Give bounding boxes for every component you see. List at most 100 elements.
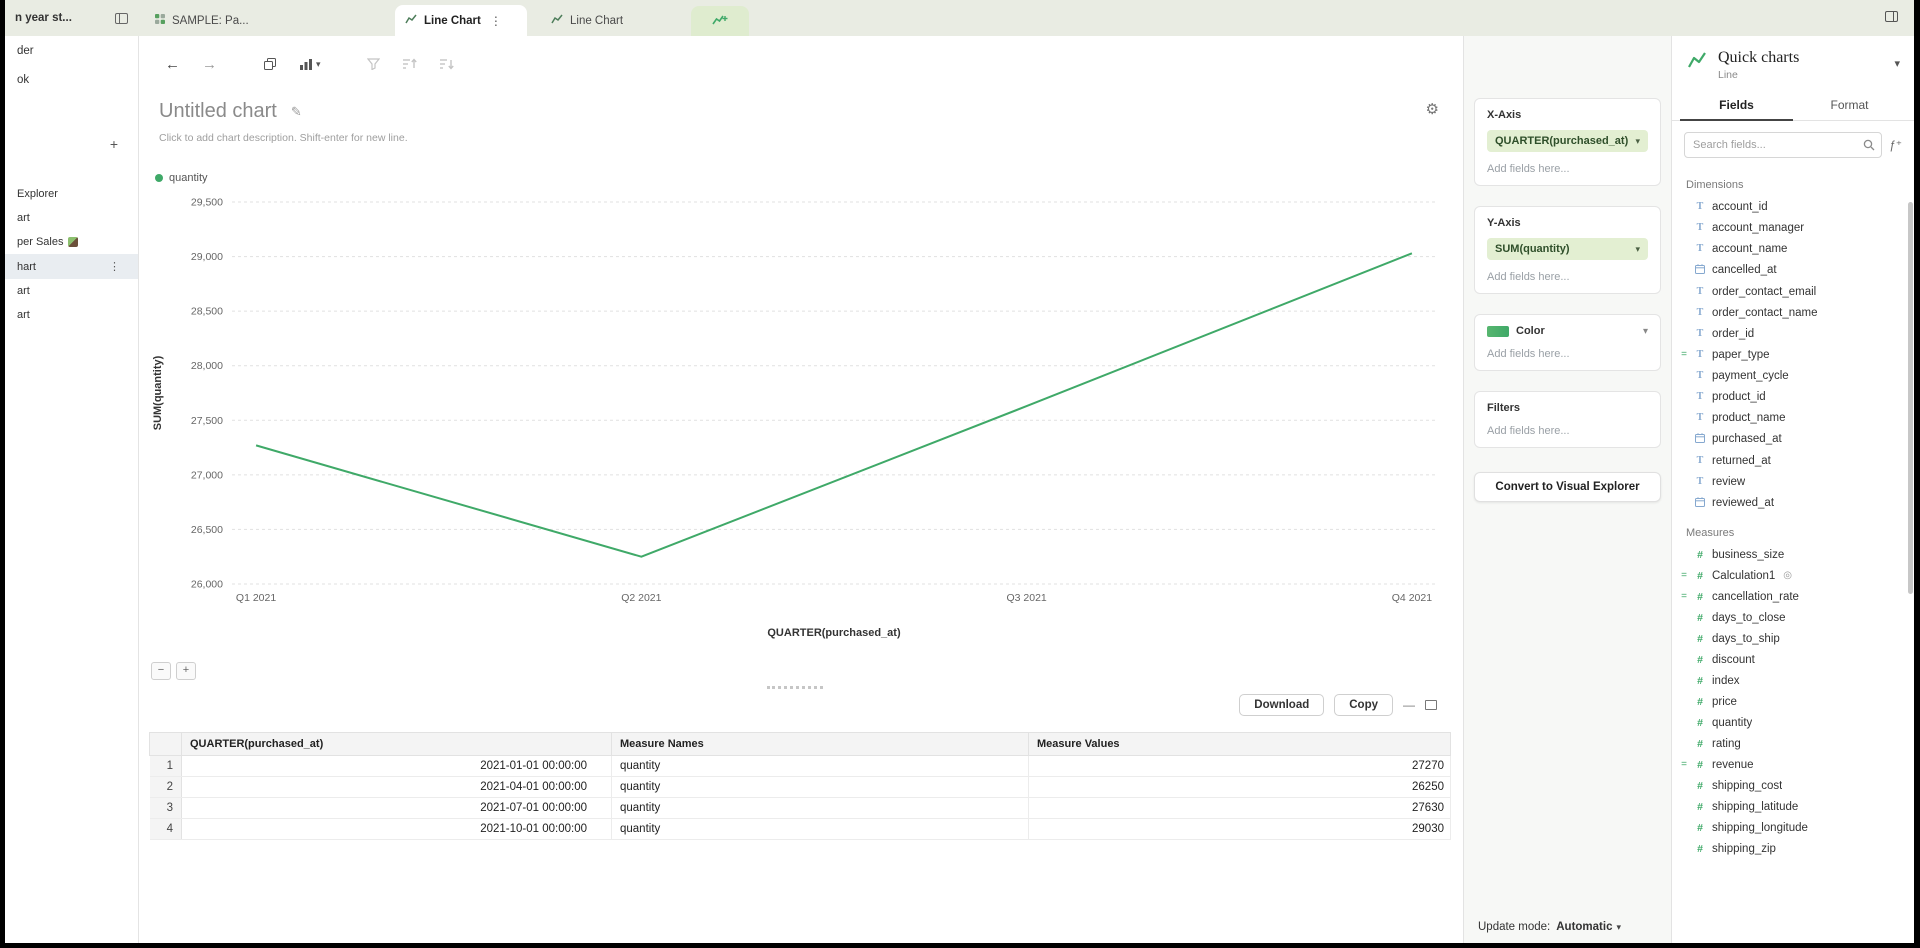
table-cell[interactable]: 2021-07-01 00:00:00 (182, 798, 612, 819)
tab-menu-icon[interactable]: ⋮ (490, 14, 502, 28)
field-item-shipping_longitude[interactable]: #shipping_longitude (1672, 817, 1914, 838)
table-cell[interactable]: 27270 (1029, 756, 1451, 777)
chevron-down-icon[interactable]: ▾ (1894, 57, 1900, 70)
field-item-order_contact_name[interactable]: Torder_contact_name (1672, 302, 1914, 323)
field-item-reviewed_at[interactable]: reviewed_at (1672, 492, 1914, 514)
chart-config-panel: X-Axis QUARTER(purchased_at) ▾ Add field… (1463, 36, 1671, 943)
chart-settings-gear-icon[interactable]: ⚙ (1426, 100, 1439, 118)
field-item-shipping_zip[interactable]: #shipping_zip (1672, 838, 1914, 859)
add-page-button[interactable]: + (110, 136, 118, 152)
line-chart[interactable]: 26,00026,50027,00027,50028,00028,50029,0… (147, 188, 1454, 650)
sidebar-item-explorer[interactable]: Explorer (5, 182, 138, 206)
table-cell[interactable]: quantity (612, 798, 1029, 819)
download-button[interactable]: Download (1239, 694, 1324, 716)
field-item-discount[interactable]: #discount (1672, 649, 1914, 670)
column-header[interactable]: Measure Names (612, 733, 1029, 756)
maximize-table-icon[interactable] (1425, 700, 1437, 710)
table-cell[interactable]: quantity (612, 777, 1029, 798)
field-item-shipping_latitude[interactable]: #shipping_latitude (1672, 796, 1914, 817)
field-item-cancellation_rate[interactable]: =#cancellation_rate (1672, 586, 1914, 607)
table-cell[interactable]: 26250 (1029, 777, 1451, 798)
duplicate-button[interactable] (263, 57, 277, 71)
field-item-account_id[interactable]: Taccount_id (1672, 196, 1914, 217)
panel-resize-handle[interactable] (767, 686, 823, 689)
field-item-rating[interactable]: #rating (1672, 733, 1914, 754)
x-axis-drop-zone[interactable]: Add fields here... (1487, 163, 1648, 175)
table-cell[interactable]: 2021-10-01 00:00:00 (182, 819, 612, 840)
kebab-menu-icon[interactable]: ⋮ (109, 260, 126, 273)
field-item-order_id[interactable]: Torder_id (1672, 323, 1914, 344)
table-cell[interactable]: quantity (612, 819, 1029, 840)
color-drop-zone[interactable]: Add fields here... (1487, 348, 1648, 360)
field-item-account_name[interactable]: Taccount_name (1672, 238, 1914, 259)
field-item-business_size[interactable]: #business_size (1672, 544, 1914, 565)
chart-type-button[interactable]: ▾ (299, 58, 321, 71)
color-swatch[interactable] (1487, 326, 1509, 337)
update-mode-dropdown[interactable]: Automatic ▾ (1556, 921, 1621, 933)
y-axis-drop-zone[interactable]: Add fields here... (1487, 271, 1648, 283)
chevron-down-icon[interactable]: ▾ (1643, 326, 1648, 337)
chart-legend[interactable]: quantity (155, 172, 208, 184)
field-item-returned_at[interactable]: Treturned_at (1672, 450, 1914, 471)
zoom-in-button[interactable]: + (176, 662, 196, 680)
column-header[interactable]: Measure Values (1029, 733, 1451, 756)
filter-button[interactable] (367, 58, 380, 70)
search-fields-input[interactable] (1685, 139, 1863, 151)
toggle-right-panel-icon[interactable] (1885, 11, 1898, 22)
y-axis-field-pill[interactable]: SUM(quantity) ▾ (1487, 238, 1648, 260)
back-button[interactable]: ← (165, 56, 180, 73)
convert-to-visual-explorer-button[interactable]: Convert to Visual Explorer (1474, 472, 1661, 502)
forward-button[interactable]: → (202, 56, 217, 73)
field-item-days_to_ship[interactable]: #days_to_ship (1672, 628, 1914, 649)
minimize-table-icon[interactable]: — (1403, 698, 1415, 712)
field-item-product_id[interactable]: Tproduct_id (1672, 386, 1914, 407)
table-cell[interactable]: quantity (612, 756, 1029, 777)
table-cell[interactable]: 27630 (1029, 798, 1451, 819)
table-cell[interactable]: 29030 (1029, 819, 1451, 840)
field-item-review[interactable]: Treview (1672, 471, 1914, 492)
sidebar-item-per-sales[interactable]: per Sales (5, 230, 138, 254)
field-item-shipping_cost[interactable]: #shipping_cost (1672, 775, 1914, 796)
field-item-days_to_close[interactable]: #days_to_close (1672, 607, 1914, 628)
zoom-out-button[interactable]: − (151, 662, 171, 680)
field-item-purchased_at[interactable]: purchased_at (1672, 428, 1914, 450)
field-item-revenue[interactable]: =#revenue (1672, 754, 1914, 775)
collapse-sidebar-icon[interactable] (115, 13, 128, 24)
field-item-Calculation1[interactable]: =#Calculation1◎ (1672, 565, 1914, 586)
sidebar-item-art[interactable]: art (5, 279, 138, 303)
field-item-product_name[interactable]: Tproduct_name (1672, 407, 1914, 428)
field-item-cancelled_at[interactable]: cancelled_at (1672, 259, 1914, 281)
sidebar-item-folder[interactable]: der (5, 36, 138, 65)
search-fields-box[interactable] (1684, 132, 1882, 158)
table-cell[interactable]: 2021-01-01 00:00:00 (182, 756, 612, 777)
tab-sample-workbook[interactable]: SAMPLE: Pa... (145, 5, 293, 36)
sidebar-item-art[interactable]: art (5, 303, 138, 327)
sidebar-item-art[interactable]: art (5, 206, 138, 230)
field-item-quantity[interactable]: #quantity (1672, 712, 1914, 733)
filters-drop-zone[interactable]: Add fields here... (1487, 425, 1648, 437)
field-item-paper_type[interactable]: =Tpaper_type (1672, 344, 1914, 365)
scrollbar[interactable] (1908, 202, 1913, 594)
sidebar-item-workbook[interactable]: ok (5, 65, 138, 94)
add-calculation-button[interactable]: ƒ⁺ (1890, 138, 1902, 152)
field-item-account_manager[interactable]: Taccount_manager (1672, 217, 1914, 238)
tab-format[interactable]: Format (1793, 89, 1906, 121)
field-item-payment_cycle[interactable]: Tpayment_cycle (1672, 365, 1914, 386)
column-header[interactable]: QUARTER(purchased_at) (182, 733, 612, 756)
sort-ascending-button[interactable] (402, 58, 417, 70)
new-element-tab-button[interactable] (691, 6, 749, 36)
chart-title[interactable]: Untitled chart (159, 100, 277, 123)
tab-line-chart-2[interactable]: Line Chart (541, 5, 655, 36)
field-item-index[interactable]: #index (1672, 670, 1914, 691)
field-item-order_contact_email[interactable]: Torder_contact_email (1672, 281, 1914, 302)
sidebar-item-hart[interactable]: hart⋮ (5, 254, 138, 279)
field-item-price[interactable]: #price (1672, 691, 1914, 712)
sort-descending-button[interactable] (439, 58, 454, 70)
chart-description-placeholder[interactable]: Click to add chart description. Shift-en… (159, 132, 408, 144)
table-cell[interactable]: 2021-04-01 00:00:00 (182, 777, 612, 798)
copy-button[interactable]: Copy (1334, 694, 1393, 716)
tab-line-chart-active[interactable]: Line Chart ⋮ (395, 5, 527, 36)
tab-fields[interactable]: Fields (1680, 89, 1793, 121)
edit-title-icon[interactable]: ✎ (291, 104, 302, 120)
x-axis-field-pill[interactable]: QUARTER(purchased_at) ▾ (1487, 130, 1648, 152)
